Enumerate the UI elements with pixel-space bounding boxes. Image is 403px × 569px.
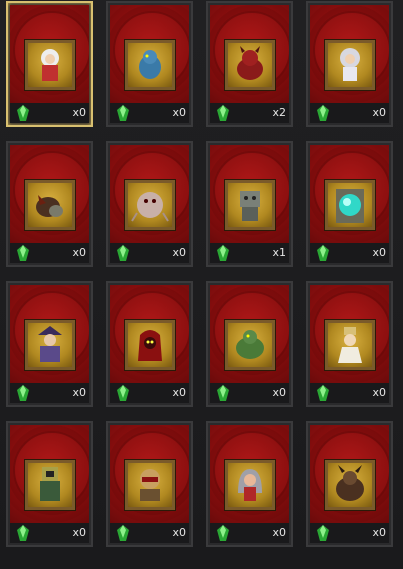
card-count: x0 (172, 246, 186, 259)
green-gem-icon (317, 525, 329, 541)
card-footer: x0 (110, 523, 189, 543)
green-lizard-warrior-portrait-icon (223, 319, 276, 371)
card-footer: x0 (110, 243, 189, 263)
card-slot-5[interactable]: x0 (6, 141, 93, 267)
card-slot-9[interactable]: x0 (6, 281, 93, 407)
card-slot-14[interactable]: x0 (106, 421, 193, 547)
green-gem-icon (217, 245, 229, 261)
card-footer: x0 (110, 103, 189, 123)
card-slot-10[interactable]: x0 (106, 281, 193, 407)
card-footer: x0 (10, 103, 89, 123)
card-footer: x0 (310, 523, 389, 543)
card-count: x0 (72, 246, 86, 259)
card-slot-16[interactable]: x0 (306, 421, 393, 547)
green-gem-icon (117, 385, 129, 401)
card-count: x0 (172, 526, 186, 539)
cyan-orb-shrine-portrait-icon (323, 179, 376, 231)
card-count: x1 (272, 246, 286, 259)
green-gem-icon (117, 105, 129, 121)
dark-insect-beast-portrait-icon (23, 179, 76, 231)
card-slot-1[interactable]: x0 (6, 1, 93, 127)
card-footer: x0 (210, 383, 289, 403)
green-gem-icon (217, 525, 229, 541)
card-count: x2 (272, 106, 286, 119)
card-count: x0 (272, 526, 286, 539)
purple-armored-knight-portrait-icon (23, 319, 76, 371)
card-slot-2[interactable]: x0 (106, 1, 193, 127)
card-footer: x1 (210, 243, 289, 263)
card-count: x0 (72, 386, 86, 399)
silver-haired-mage-portrait-icon (323, 39, 376, 91)
pale-spider-creature-portrait-icon (123, 179, 176, 231)
card-slot-3[interactable]: x2 (206, 1, 293, 127)
horned-dark-brute-portrait-icon (323, 459, 376, 511)
green-gem-icon (17, 245, 29, 261)
green-gem-icon (117, 245, 129, 261)
grey-haired-sorceress-portrait-icon (223, 459, 276, 511)
card-count: x0 (372, 246, 386, 259)
green-gem-icon (317, 385, 329, 401)
card-slot-12[interactable]: x0 (306, 281, 393, 407)
card-slot-13[interactable]: x0 (6, 421, 93, 547)
green-gem-icon (17, 385, 29, 401)
card-count: x0 (72, 526, 86, 539)
card-count: x0 (372, 526, 386, 539)
masked-warlord-portrait-icon (123, 459, 176, 511)
card-slot-6[interactable]: x0 (106, 141, 193, 267)
card-footer: x0 (210, 523, 289, 543)
green-gem-icon (217, 385, 229, 401)
stone-gargoyle-portrait-icon (223, 179, 276, 231)
card-footer: x0 (10, 383, 89, 403)
card-footer: x0 (310, 103, 389, 123)
card-count: x0 (72, 106, 86, 119)
green-gem-icon (317, 245, 329, 261)
green-gem-icon (17, 105, 29, 121)
card-footer: x2 (210, 103, 289, 123)
green-gem-icon (117, 525, 129, 541)
card-count: x0 (372, 386, 386, 399)
card-footer: x0 (310, 383, 389, 403)
card-count: x0 (172, 106, 186, 119)
card-footer: x0 (10, 243, 89, 263)
card-count: x0 (172, 386, 186, 399)
card-count: x0 (372, 106, 386, 119)
crimson-hooded-demon-portrait-icon (123, 319, 176, 371)
card-slot-8[interactable]: x0 (306, 141, 393, 267)
red-demon-beast-portrait-icon (223, 39, 276, 91)
green-gem-icon (17, 525, 29, 541)
card-slot-11[interactable]: x0 (206, 281, 293, 407)
card-footer: x0 (110, 383, 189, 403)
white-robed-sage-portrait-icon (323, 319, 376, 371)
blue-dragon-portrait-icon (123, 39, 176, 91)
card-collection-grid: x0 x0 x2 x0 x0 x0 x1 x0 x0 x0 x0 x0 x0 x… (0, 0, 403, 569)
green-gem-icon (317, 105, 329, 121)
card-footer: x0 (310, 243, 389, 263)
card-slot-4[interactable]: x0 (306, 1, 393, 127)
green-armored-guardian-portrait-icon (23, 459, 76, 511)
green-gem-icon (217, 105, 229, 121)
white-haired-swordswoman-portrait-icon (23, 39, 76, 91)
card-slot-15[interactable]: x0 (206, 421, 293, 547)
card-count: x0 (272, 386, 286, 399)
card-footer: x0 (10, 523, 89, 543)
card-slot-7[interactable]: x1 (206, 141, 293, 267)
